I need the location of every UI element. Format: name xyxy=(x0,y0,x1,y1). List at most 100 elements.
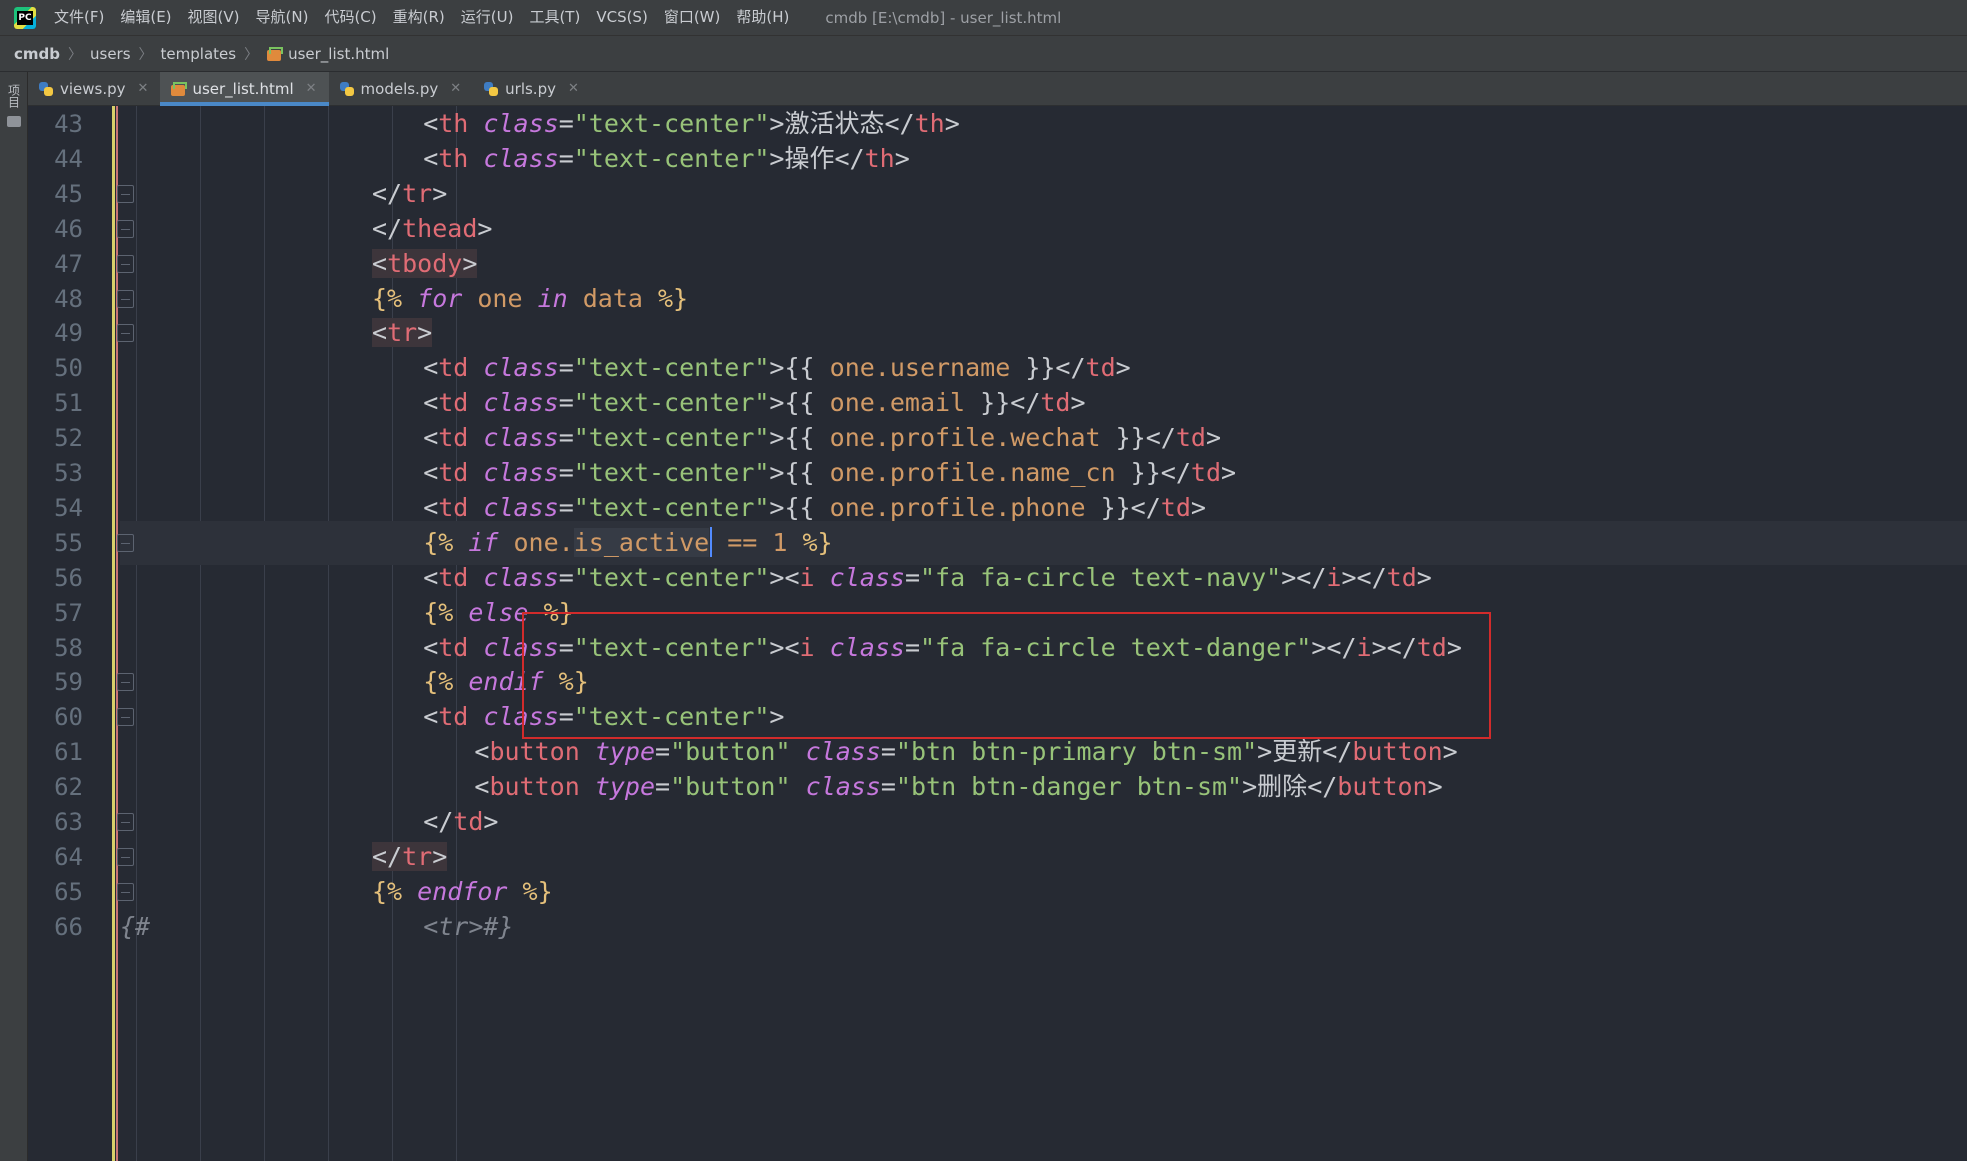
editor-tab-3[interactable]: urls.py ✕ xyxy=(473,72,591,105)
token-punc: > xyxy=(1341,562,1357,592)
fold-marker-icon[interactable] xyxy=(117,847,134,866)
fold-marker-icon[interactable] xyxy=(117,813,134,831)
breadcrumb: cmdb 〉 users 〉 templates 〉 user_list.htm… xyxy=(0,35,1967,71)
menu-item-4[interactable]: 代码(C) xyxy=(316,0,384,35)
token-tag: button xyxy=(489,737,580,767)
token-tag: tr xyxy=(402,841,433,871)
code-area[interactable]: 43 <th class="text-center">激活状态</th> 44 <th… xyxy=(54,106,1967,1161)
token-punc: </ xyxy=(1296,562,1327,592)
editor-tab-2[interactable]: models.py ✕ xyxy=(329,72,474,105)
token-attr: class xyxy=(483,632,559,662)
token-punc: > xyxy=(769,143,785,173)
code-editor[interactable]: 43 <th class="text-center">激活状态</th> 44 <th… xyxy=(28,106,1967,1161)
token-punc: < xyxy=(423,143,439,173)
fold-marker-icon[interactable] xyxy=(117,673,134,692)
fold-marker-icon[interactable] xyxy=(117,882,134,901)
fold-marker-icon[interactable] xyxy=(117,324,134,343)
breadcrumb-templates[interactable]: templates xyxy=(161,45,237,63)
token-punc: = xyxy=(558,702,574,732)
menu-item-9[interactable]: 窗口(W) xyxy=(656,0,729,35)
token-text: }} xyxy=(1100,423,1146,453)
breadcrumb-separator-icon: 〉 xyxy=(244,46,259,63)
token-punc: < xyxy=(423,388,439,418)
menu-item-1[interactable]: 编辑(E) xyxy=(112,0,179,35)
token-text: }} xyxy=(965,388,1011,418)
folder-icon[interactable] xyxy=(7,116,21,127)
token-punc: </ xyxy=(372,213,403,243)
close-icon[interactable]: ✕ xyxy=(568,81,579,96)
tab-label: urls.py xyxy=(505,79,556,98)
menu-bar: PC 文件(F) 编辑(E) 视图(V) 导航(N) 代码(C) 重构(R) 运行(U) 工具… xyxy=(0,0,1967,35)
fold-marker-icon[interactable] xyxy=(117,289,134,308)
token-text: {{ xyxy=(784,458,830,487)
close-icon[interactable]: ✕ xyxy=(450,81,461,96)
token-attr: type xyxy=(594,737,656,767)
editor-tab-0[interactable]: views.py ✕ xyxy=(28,72,160,105)
token-punc: > xyxy=(1190,492,1206,522)
token-text: }} xyxy=(1010,353,1056,383)
fold-marker-icon[interactable] xyxy=(117,533,134,552)
token-tag: td xyxy=(438,458,469,487)
token-punc: > xyxy=(1446,632,1462,662)
editor-tab-1[interactable]: user_list.html ✕ xyxy=(160,72,329,106)
breadcrumb-project[interactable]: cmdb xyxy=(14,45,60,63)
token-tag: td xyxy=(1085,353,1116,383)
fold-marker-icon[interactable] xyxy=(117,184,134,203)
token-punc: = xyxy=(558,492,574,522)
token-tag: th xyxy=(914,109,945,138)
token-punc: < xyxy=(474,772,490,802)
token-str: "text-center" xyxy=(573,143,770,173)
token-tag: td xyxy=(438,353,469,383)
project-tool-tab[interactable]: 项目 xyxy=(4,84,24,144)
breadcrumb-file[interactable]: user_list.html xyxy=(288,45,389,63)
menu-item-7[interactable]: 工具(T) xyxy=(521,0,588,35)
code-line[interactable]: 66 {# <tr>#} xyxy=(54,905,1967,949)
token-str: "btn btn-danger btn-sm" xyxy=(895,772,1243,802)
token-punc: > xyxy=(1416,562,1432,592)
menu-item-5[interactable]: 重构(R) xyxy=(385,0,453,35)
token-str: "text-center" xyxy=(573,562,770,592)
matching-tag-highlight: <tr> xyxy=(372,318,433,348)
token-attr: class xyxy=(483,388,559,418)
menu-item-3[interactable]: 导航(N) xyxy=(248,0,317,35)
token-kw: in xyxy=(537,283,568,313)
token-punc: = xyxy=(880,772,896,802)
token-tag: th xyxy=(438,109,469,138)
logo-text: PC xyxy=(17,10,33,25)
token-attr: class xyxy=(483,458,559,487)
token-punc: </ xyxy=(1130,492,1161,522)
menu-item-2[interactable]: 视图(V) xyxy=(180,0,248,35)
token-kw: endfor xyxy=(417,876,508,906)
token-punc: = xyxy=(904,632,920,662)
token-punc: < xyxy=(423,109,439,138)
token-tag: i xyxy=(1356,632,1372,662)
matching-tag-highlight: <tbody> xyxy=(372,248,478,278)
fold-marker-icon[interactable] xyxy=(117,254,134,273)
token-punc: < xyxy=(784,562,800,592)
line-number[interactable]: 66 xyxy=(28,905,83,949)
breadcrumb-users[interactable]: users xyxy=(90,45,131,63)
close-icon[interactable]: ✕ xyxy=(138,81,149,96)
fold-marker-icon[interactable] xyxy=(117,708,134,727)
token-kw: else xyxy=(468,597,529,627)
menu-item-10[interactable]: 帮助(H) xyxy=(728,0,797,35)
menu-item-8[interactable]: VCS(S) xyxy=(588,0,655,35)
menu-item-6[interactable]: 运行(U) xyxy=(453,0,522,35)
close-icon[interactable]: ✕ xyxy=(306,81,317,96)
token-punc: < xyxy=(474,737,490,767)
token-punc: </ xyxy=(1307,772,1338,802)
python-file-icon xyxy=(38,81,54,97)
token-str: "text-center" xyxy=(573,353,770,383)
token-punc: </ xyxy=(834,143,865,173)
html-file-icon xyxy=(170,81,188,97)
menu-item-0[interactable]: 文件(F) xyxy=(46,0,112,35)
token-punc: > xyxy=(1371,632,1387,662)
tab-label: views.py xyxy=(60,79,126,98)
fold-marker-icon[interactable] xyxy=(117,219,134,238)
token-tag: td xyxy=(438,492,469,522)
